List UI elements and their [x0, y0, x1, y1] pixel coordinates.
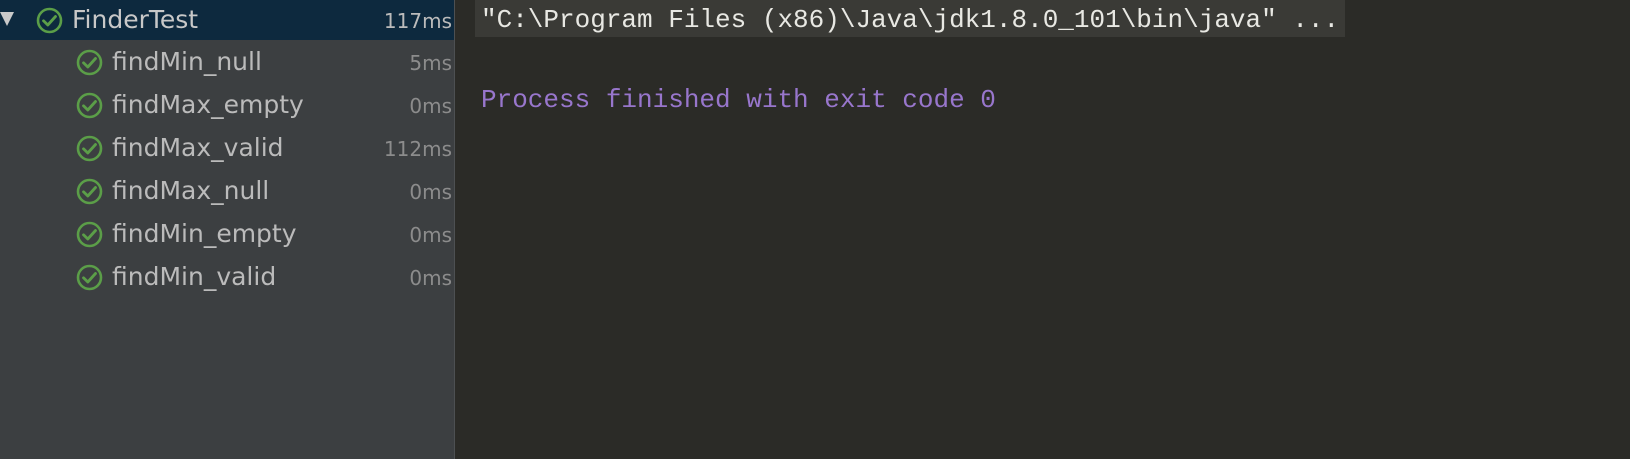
tree-row-test[interactable]: findMax_empty 0ms: [0, 85, 454, 125]
console-command-line[interactable]: "C:\Program Files (x86)\Java\jdk1.8.0_10…: [475, 0, 1346, 37]
test-name: findMin_valid: [112, 262, 277, 291]
test-name: findMax_empty: [112, 90, 304, 119]
test-runner-window: FinderTest 117ms findMin_null 5ms findMa…: [0, 0, 1630, 459]
test-suite-duration: 117ms: [383, 9, 452, 33]
passed-check-icon: [36, 7, 63, 34]
console-output[interactable]: "C:\Program Files (x86)\Java\jdk1.8.0_10…: [455, 0, 1630, 459]
test-name: findMax_null: [112, 176, 270, 205]
test-duration: 0ms: [409, 94, 452, 118]
passed-check-icon: [76, 49, 103, 76]
expand-arrow-icon[interactable]: [0, 12, 14, 26]
passed-check-icon: [76, 178, 103, 205]
console-exit-message: Process finished with exit code 0: [481, 85, 996, 115]
test-duration: 112ms: [383, 137, 452, 161]
passed-check-icon: [76, 135, 103, 162]
tree-row-test[interactable]: findMin_empty 0ms: [0, 214, 454, 254]
tree-row-test[interactable]: findMin_valid 0ms: [0, 257, 454, 297]
test-duration: 0ms: [409, 180, 452, 204]
test-name: findMin_empty: [112, 219, 297, 248]
tree-row-finder-test[interactable]: FinderTest 117ms: [0, 0, 454, 40]
passed-check-icon: [76, 221, 103, 248]
passed-check-icon: [76, 92, 103, 119]
test-name: findMin_null: [112, 47, 262, 76]
test-name: findMax_valid: [112, 133, 284, 162]
tree-row-test[interactable]: findMax_null 0ms: [0, 171, 454, 211]
test-results-tree: FinderTest 117ms findMin_null 5ms findMa…: [0, 0, 455, 459]
test-duration: 0ms: [409, 266, 452, 290]
test-duration: 0ms: [409, 223, 452, 247]
test-duration: 5ms: [409, 51, 452, 75]
tree-row-test[interactable]: findMax_valid 112ms: [0, 128, 454, 168]
test-suite-name: FinderTest: [72, 5, 199, 34]
tree-row-test[interactable]: findMin_null 5ms: [0, 42, 454, 82]
passed-check-icon: [76, 264, 103, 291]
